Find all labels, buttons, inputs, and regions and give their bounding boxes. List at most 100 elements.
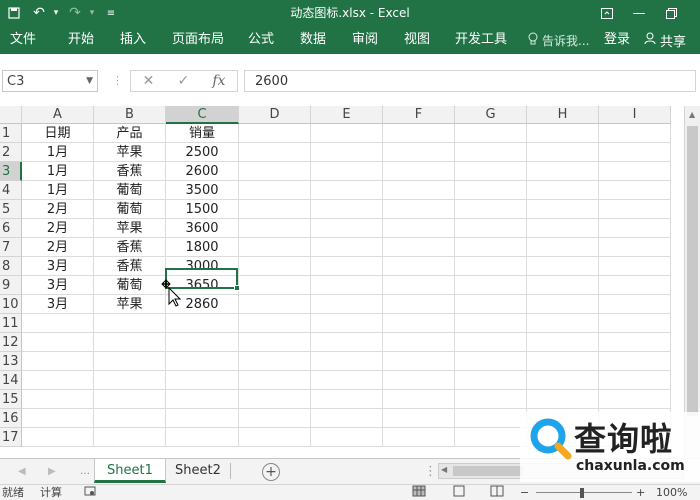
vertical-scrollbar[interactable]: ▲ (684, 106, 700, 458)
grip-dots-icon[interactable]: ⋮ (112, 70, 123, 92)
cell-b11[interactable] (94, 314, 166, 333)
cell-d12[interactable] (239, 333, 311, 352)
cell-a9[interactable]: 3月 (22, 276, 94, 295)
cell-d10[interactable] (239, 295, 311, 314)
zoom-slider-thumb[interactable] (580, 488, 584, 498)
cell-e8[interactable] (311, 257, 383, 276)
tab-file[interactable]: 文件 (10, 26, 36, 54)
cell-b10[interactable]: 苹果 (94, 295, 166, 314)
cell-i10[interactable] (599, 295, 671, 314)
cell-f10[interactable] (383, 295, 455, 314)
tab-review[interactable]: 审阅 (352, 26, 378, 54)
column-header-f[interactable]: F (383, 106, 455, 124)
scroll-up-icon[interactable]: ▲ (689, 110, 695, 119)
zoom-slider-track[interactable] (536, 492, 632, 493)
cell-h6[interactable] (527, 219, 599, 238)
cell-g2[interactable] (455, 143, 527, 162)
row-header-10[interactable]: 10 (0, 295, 22, 314)
cell-i5[interactable] (599, 200, 671, 219)
zoom-in-icon[interactable]: + (636, 485, 645, 500)
cell-d3[interactable] (239, 162, 311, 181)
scroll-sheets-right-icon[interactable]: ▶ (48, 459, 56, 485)
cell-a11[interactable] (22, 314, 94, 333)
cell-c4[interactable]: 3500 (166, 181, 239, 200)
cell-d1[interactable] (239, 124, 311, 143)
cell-a10[interactable]: 3月 (22, 295, 94, 314)
cell-e15[interactable] (311, 390, 383, 409)
cell-c13[interactable] (166, 352, 239, 371)
cell-e1[interactable] (311, 124, 383, 143)
cell-f16[interactable] (383, 409, 455, 428)
vertical-scroll-thumb[interactable] (687, 126, 698, 416)
cell-d5[interactable] (239, 200, 311, 219)
column-header-i[interactable]: I (599, 106, 671, 124)
cell-h13[interactable] (527, 352, 599, 371)
cell-i15[interactable] (599, 390, 671, 409)
cell-b2[interactable]: 苹果 (94, 143, 166, 162)
tab-formulas[interactable]: 公式 (248, 26, 274, 54)
insert-function-icon[interactable]: fx (212, 73, 225, 89)
sheet-tab-sheet1[interactable]: Sheet1 (94, 459, 166, 483)
tab-home[interactable]: 开始 (68, 26, 94, 54)
cell-d15[interactable] (239, 390, 311, 409)
cell-e2[interactable] (311, 143, 383, 162)
cell-c2[interactable]: 2500 (166, 143, 239, 162)
cell-e3[interactable] (311, 162, 383, 181)
chevron-down-icon[interactable]: ▼ (86, 76, 93, 86)
cell-b16[interactable] (94, 409, 166, 428)
cell-i7[interactable] (599, 238, 671, 257)
row-header-15[interactable]: 15 (0, 390, 22, 409)
cell-d4[interactable] (239, 181, 311, 200)
cell-e4[interactable] (311, 181, 383, 200)
cell-c16[interactable] (166, 409, 239, 428)
cell-c17[interactable] (166, 428, 239, 447)
macro-record-icon[interactable] (84, 485, 96, 500)
cell-f17[interactable] (383, 428, 455, 447)
cell-c6[interactable]: 3600 (166, 219, 239, 238)
row-header-5[interactable]: 5 (0, 200, 22, 219)
cell-c11[interactable] (166, 314, 239, 333)
cell-d7[interactable] (239, 238, 311, 257)
cell-a7[interactable]: 2月 (22, 238, 94, 257)
grip-dots-icon[interactable]: ⋮ (424, 459, 437, 485)
cell-b8[interactable]: 香蕉 (94, 257, 166, 276)
cell-d2[interactable] (239, 143, 311, 162)
cell-a17[interactable] (22, 428, 94, 447)
cell-i8[interactable] (599, 257, 671, 276)
row-header-17[interactable]: 17 (0, 428, 22, 447)
cell-a5[interactable]: 2月 (22, 200, 94, 219)
login-link[interactable]: 登录 (604, 26, 630, 54)
cell-b6[interactable]: 苹果 (94, 219, 166, 238)
select-all-corner[interactable] (0, 106, 22, 124)
row-header-6[interactable]: 6 (0, 219, 22, 238)
cell-i12[interactable] (599, 333, 671, 352)
cell-f11[interactable] (383, 314, 455, 333)
column-header-g[interactable]: G (455, 106, 527, 124)
scroll-sheets-left-icon[interactable]: ◀ (18, 459, 26, 485)
column-header-b[interactable]: B (94, 106, 166, 124)
sheet-tab-sheet2[interactable]: Sheet2 (163, 459, 233, 483)
normal-view-icon[interactable] (412, 485, 426, 500)
cell-a4[interactable]: 1月 (22, 181, 94, 200)
cell-b13[interactable] (94, 352, 166, 371)
name-box[interactable]: C3 ▼ (2, 70, 98, 92)
horizontal-scroll-thumb[interactable] (453, 466, 523, 476)
cell-h2[interactable] (527, 143, 599, 162)
column-header-d[interactable]: D (239, 106, 311, 124)
cell-g12[interactable] (455, 333, 527, 352)
cell-g9[interactable] (455, 276, 527, 295)
cell-g8[interactable] (455, 257, 527, 276)
cell-e9[interactable] (311, 276, 383, 295)
cancel-icon[interactable]: ✕ (143, 73, 155, 89)
page-break-view-icon[interactable] (490, 485, 504, 500)
cell-i9[interactable] (599, 276, 671, 295)
cell-b3[interactable]: 香蕉 (94, 162, 166, 181)
cell-g10[interactable] (455, 295, 527, 314)
cell-a16[interactable] (22, 409, 94, 428)
cell-h11[interactable] (527, 314, 599, 333)
status-calculate[interactable]: 计算 (40, 485, 62, 500)
cell-h5[interactable] (527, 200, 599, 219)
cell-c15[interactable] (166, 390, 239, 409)
cell-i2[interactable] (599, 143, 671, 162)
formula-input[interactable]: 2600 (244, 70, 696, 92)
